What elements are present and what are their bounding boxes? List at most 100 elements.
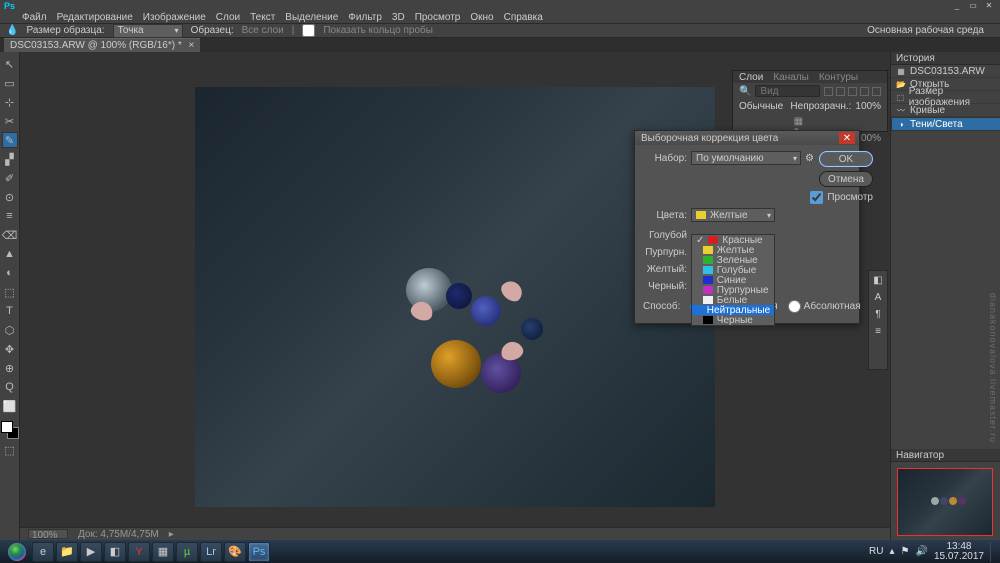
document-tab-close[interactable]: × — [189, 40, 195, 51]
menu-view[interactable]: Просмотр — [415, 12, 461, 23]
gradient-tool[interactable]: ▲ — [2, 246, 18, 262]
move-tool[interactable]: ↖ — [2, 56, 18, 72]
type-tool[interactable]: T — [2, 303, 18, 319]
history-panel-header[interactable]: История — [891, 52, 1000, 65]
brush-tool[interactable]: ✐ — [2, 170, 18, 186]
shape-tool[interactable]: ✥ — [2, 341, 18, 357]
filter-text-icon[interactable] — [848, 87, 857, 96]
eyedropper-tool[interactable]: ✎ — [2, 132, 18, 148]
tray-network-icon[interactable]: ⚑ — [901, 546, 910, 557]
opacity-value[interactable]: 100% — [855, 101, 881, 112]
color-option-blue[interactable]: Синие — [692, 275, 774, 285]
task-torrent[interactable]: µ — [176, 542, 198, 562]
task-media[interactable]: ▶ — [80, 542, 102, 562]
marquee-tool[interactable]: ▭ — [2, 75, 18, 91]
task-app1[interactable]: ◧ — [104, 542, 126, 562]
navigator-panel-header[interactable]: Навигатор — [891, 449, 1000, 462]
ok-button[interactable]: OK — [819, 151, 873, 167]
menu-filter[interactable]: Фильтр — [348, 12, 382, 23]
cancel-button[interactable]: Отмена — [819, 171, 873, 187]
panel-icon-4[interactable]: ≡ — [875, 326, 881, 337]
menu-window[interactable]: Окно — [470, 12, 493, 23]
color-option-red[interactable]: ✓Красные — [692, 235, 774, 245]
filter-adj-icon[interactable] — [836, 87, 845, 96]
preview-checkbox[interactable] — [810, 191, 823, 204]
tab-layers[interactable]: Слои — [739, 72, 763, 83]
chevron-right-icon[interactable]: ▸ — [169, 529, 174, 540]
tray-flag-icon[interactable]: ▴ — [889, 546, 894, 557]
tray-lang[interactable]: RU — [869, 546, 883, 557]
show-ring-checkbox[interactable] — [302, 24, 315, 37]
menu-type[interactable]: Текст — [250, 12, 275, 23]
color-swatch[interactable] — [1, 421, 19, 439]
hand-tool[interactable]: ⊕ — [2, 360, 18, 376]
color-option-black[interactable]: Черные — [692, 315, 774, 325]
gear-icon[interactable]: ⚙ — [805, 153, 815, 163]
dialog-titlebar[interactable]: Выборочная коррекция цвета ✕ — [635, 131, 859, 145]
task-ie[interactable]: e — [32, 542, 54, 562]
start-button[interactable] — [4, 542, 30, 562]
minimize-button[interactable]: _ — [952, 1, 962, 9]
maximize-button[interactable]: ▭ — [968, 1, 978, 9]
panel-icon-2[interactable]: A — [875, 292, 882, 303]
crop-tool[interactable]: ✂ — [2, 113, 18, 129]
dodge-tool[interactable]: ◐ — [2, 265, 18, 281]
quickmask-toggle[interactable]: ⬜ — [2, 398, 18, 414]
history-snapshot[interactable]: ▦ DSC03153.ARW — [891, 65, 1000, 78]
history-step-imagesize[interactable]: ⬚Размер изображения — [891, 91, 1000, 104]
navigator-thumbnail[interactable] — [897, 468, 993, 536]
eraser-tool[interactable]: ⌫ — [2, 227, 18, 243]
menu-help[interactable]: Справка — [504, 12, 543, 23]
color-option-green[interactable]: Зеленые — [692, 255, 774, 265]
task-paint[interactable]: 🎨 — [224, 542, 246, 562]
menu-select[interactable]: Выделение — [285, 12, 338, 23]
history-step-curves[interactable]: 〰Кривые — [891, 104, 1000, 117]
tray-clock[interactable]: 13:4815.07.2017 — [934, 542, 984, 562]
color-option-cyan[interactable]: Голубые — [692, 265, 774, 275]
menu-image[interactable]: Изображение — [143, 12, 206, 23]
colors-select[interactable]: Желтые▾ — [691, 208, 775, 222]
filter-pixel-icon[interactable] — [824, 87, 833, 96]
menu-layer[interactable]: Слои — [216, 12, 240, 23]
menu-file[interactable]: Файл — [22, 12, 47, 23]
show-ring-label: Показать кольцо пробы — [323, 25, 433, 36]
pen-tool[interactable]: ⬚ — [2, 284, 18, 300]
preset-select[interactable]: По умолчанию▾ — [691, 151, 801, 165]
workspace-label[interactable]: Основная рабочая среда — [867, 25, 994, 36]
healing-tool[interactable]: ▞ — [2, 151, 18, 167]
zoom-tool[interactable]: Q — [2, 379, 18, 395]
task-lightroom[interactable]: Lr — [200, 542, 222, 562]
method-absolute[interactable]: Абсолютная — [788, 300, 861, 313]
screen-mode[interactable]: ⬚ — [2, 442, 18, 458]
color-option-yellow[interactable]: Желтые — [692, 245, 774, 255]
panel-icon-3[interactable]: ¶ — [875, 309, 880, 320]
layer-filter-input[interactable]: Вид — [755, 85, 820, 97]
color-option-magenta[interactable]: Пурпурные — [692, 285, 774, 295]
stamp-tool[interactable]: ⊙ — [2, 189, 18, 205]
history-brush-tool[interactable]: ≡ — [2, 208, 18, 224]
tab-channels[interactable]: Каналы — [773, 72, 809, 83]
lasso-tool[interactable]: ⊹ — [2, 94, 18, 110]
tab-paths[interactable]: Контуры — [819, 72, 858, 83]
task-yandex[interactable]: Y — [128, 542, 150, 562]
path-tool[interactable]: ⬡ — [2, 322, 18, 338]
color-option-neutral[interactable]: Нейтральные — [692, 305, 774, 315]
menu-3d[interactable]: 3D — [392, 12, 405, 23]
dialog-close-button[interactable]: ✕ — [839, 132, 855, 144]
filter-smart-icon[interactable] — [872, 87, 881, 96]
show-desktop[interactable] — [990, 542, 996, 562]
blend-mode[interactable]: Обычные — [739, 101, 783, 112]
history-step-shadows[interactable]: ◑Тени/Света — [891, 117, 1000, 131]
color-option-white[interactable]: Белые — [692, 295, 774, 305]
sample-size-select[interactable]: Точка▾ — [113, 24, 183, 38]
task-explorer[interactable]: 📁 — [56, 542, 78, 562]
task-notes[interactable]: ▦ — [152, 542, 174, 562]
tray-sound-icon[interactable]: 🔊 — [915, 546, 927, 557]
document-tab[interactable]: DSC03153.ARW @ 100% (RGB/16*) * × — [4, 38, 200, 52]
zoom-input[interactable]: 100% — [28, 529, 68, 539]
task-photoshop[interactable]: Ps — [248, 542, 270, 562]
filter-shape-icon[interactable] — [860, 87, 869, 96]
panel-icon-1[interactable]: ◧ — [873, 275, 882, 286]
menu-edit[interactable]: Редактирование — [57, 12, 133, 23]
close-button[interactable]: ✕ — [984, 1, 994, 9]
